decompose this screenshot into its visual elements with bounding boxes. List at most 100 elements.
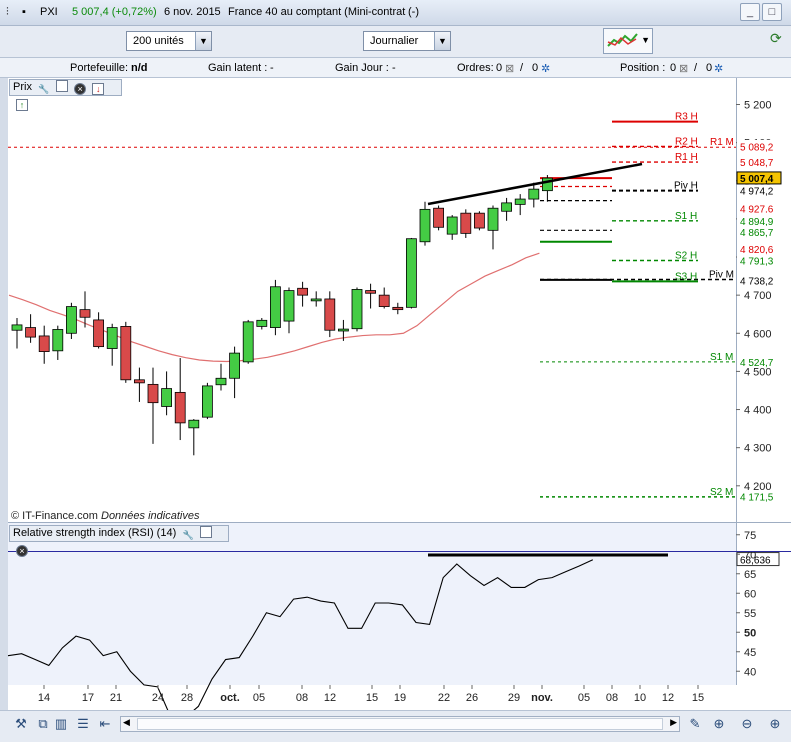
rsi-axis-background bbox=[736, 523, 791, 685]
candle-down[interactable] bbox=[79, 309, 91, 318]
candle-up[interactable] bbox=[188, 419, 200, 429]
pivot-label: S2 M bbox=[710, 487, 733, 498]
window-menu-icon[interactable]: ▪ bbox=[22, 6, 26, 18]
candle-down[interactable] bbox=[25, 327, 37, 338]
zoom-in-icon[interactable]: ⊕ bbox=[766, 715, 784, 733]
candle-up[interactable] bbox=[161, 388, 173, 407]
candle-down[interactable] bbox=[365, 290, 377, 294]
scrollbar-thumb[interactable] bbox=[137, 718, 663, 730]
candle-down[interactable] bbox=[433, 207, 445, 228]
minimize-button[interactable]: _ bbox=[740, 3, 760, 21]
toolbar: 200 unités ▼ Journalier ▼ ▼ ⟳ bbox=[0, 26, 791, 58]
y-tick-label: 4 600 bbox=[744, 328, 772, 340]
close-icon[interactable]: × bbox=[74, 83, 87, 95]
latent-gain-value: - bbox=[270, 62, 274, 74]
chevron-down-icon[interactable]: ▼ bbox=[195, 32, 211, 50]
chart-list-icon[interactable]: ☰ bbox=[74, 715, 92, 733]
candle-up[interactable] bbox=[201, 385, 213, 418]
candle-up[interactable] bbox=[487, 207, 499, 231]
period-select[interactable]: Journalier ▼ bbox=[363, 31, 451, 51]
candle-up[interactable] bbox=[66, 306, 77, 334]
rsi-tick-label: 45 bbox=[744, 647, 756, 659]
candle-up[interactable] bbox=[256, 319, 268, 327]
candle-down[interactable] bbox=[392, 306, 404, 311]
candle-up[interactable] bbox=[405, 238, 417, 308]
pivot-label: S3 H bbox=[675, 271, 697, 282]
chart-compare-icon[interactable]: ⧉ bbox=[34, 715, 52, 733]
chart-type-icon[interactable]: ⫶ bbox=[6, 6, 9, 19]
scroll-left-icon[interactable]: ◀ bbox=[123, 717, 130, 728]
chart-indicator-icon bbox=[607, 33, 638, 47]
x-tick-label: 29 bbox=[508, 692, 520, 704]
gear-icon[interactable]: ✲ bbox=[714, 62, 723, 75]
horizontal-scrollbar[interactable]: ◀ ▶ bbox=[120, 716, 680, 732]
candle-up[interactable] bbox=[351, 289, 363, 330]
chart-area[interactable]: R3 H R2 H R1 M R1 H Piv H S1 H S2 H Piv M S3 H S1… bbox=[0, 78, 791, 710]
arrow-up-icon[interactable]: ↑ bbox=[16, 99, 28, 111]
chart-bars-icon[interactable]: ▥ bbox=[52, 715, 70, 733]
x-tick-label: 26 bbox=[466, 692, 478, 704]
chevron-down-icon[interactable]: ▼ bbox=[641, 35, 650, 45]
position-icon[interactable]: ⊠ bbox=[679, 62, 688, 75]
chevron-down-icon[interactable]: ▼ bbox=[434, 32, 450, 50]
price-panel-title: Prix bbox=[13, 81, 32, 93]
gear-icon[interactable]: ✲ bbox=[541, 62, 550, 75]
candle-down[interactable] bbox=[93, 319, 104, 348]
candle-up[interactable] bbox=[283, 290, 295, 322]
candle-up[interactable] bbox=[337, 328, 349, 332]
candle-up[interactable] bbox=[528, 188, 540, 200]
candle-down[interactable] bbox=[147, 383, 159, 404]
price-tag: 4 738,2 bbox=[740, 277, 774, 288]
symbol-label: PXI bbox=[40, 6, 58, 18]
candle-down[interactable] bbox=[378, 294, 390, 307]
candle-down[interactable] bbox=[324, 298, 336, 331]
chart-style-icon[interactable]: ⚒ bbox=[12, 715, 30, 733]
pivot-label: S2 H bbox=[675, 250, 697, 261]
draw-tool-icon[interactable]: ✎ bbox=[686, 715, 704, 733]
candle-up[interactable] bbox=[514, 198, 526, 205]
scroll-start-icon[interactable]: ⇤ bbox=[96, 715, 114, 733]
candle-up[interactable] bbox=[310, 298, 322, 302]
candle-up[interactable] bbox=[52, 329, 64, 352]
maximize-button[interactable]: □ bbox=[762, 3, 782, 21]
date-label: 6 nov. 2015 bbox=[164, 6, 221, 18]
candle-up[interactable] bbox=[242, 321, 254, 363]
pivot-label: R2 H bbox=[675, 136, 698, 147]
x-tick-label: 10 bbox=[634, 692, 646, 704]
wrench-icon[interactable]: 🔧 bbox=[182, 530, 194, 542]
wrench-icon[interactable]: 🔧 bbox=[38, 84, 50, 96]
candle-down[interactable] bbox=[473, 212, 485, 229]
orders-icon[interactable]: ⊠ bbox=[505, 62, 514, 75]
price-tag: 5 048,7 bbox=[740, 158, 774, 169]
x-tick-label: 21 bbox=[110, 692, 122, 704]
window-icon[interactable] bbox=[56, 80, 69, 92]
candle-up[interactable] bbox=[215, 377, 227, 386]
units-select[interactable]: 200 unités ▼ bbox=[126, 31, 212, 51]
x-tick-label: 12 bbox=[662, 692, 674, 704]
x-tick-label: 22 bbox=[438, 692, 450, 704]
candle-down[interactable] bbox=[120, 326, 132, 381]
candle-down[interactable] bbox=[297, 287, 309, 296]
candle-up[interactable] bbox=[446, 216, 458, 235]
indicators-button[interactable]: ▼ bbox=[603, 28, 653, 54]
window-icon[interactable] bbox=[200, 526, 213, 538]
candle-up[interactable] bbox=[11, 324, 23, 331]
candle-down[interactable] bbox=[38, 335, 50, 352]
arrow-down-icon[interactable]: ↓ bbox=[92, 83, 105, 95]
candle-down[interactable] bbox=[460, 212, 472, 234]
scroll-right-icon[interactable]: ▶ bbox=[670, 717, 677, 728]
price-change-label: 5 007,4 (+0,72%) bbox=[72, 6, 157, 18]
candle-up[interactable] bbox=[501, 202, 513, 212]
price-tag: 5 007,4 bbox=[740, 174, 774, 185]
rsi-tick-label: 60 bbox=[744, 588, 756, 600]
zoom-fit-icon[interactable]: ⊕ bbox=[710, 715, 728, 733]
candle-down[interactable] bbox=[133, 379, 145, 384]
candle-up[interactable] bbox=[269, 286, 281, 328]
candle-up[interactable] bbox=[419, 208, 431, 243]
refresh-icon[interactable]: ⟳ bbox=[770, 30, 788, 54]
candle-down[interactable] bbox=[174, 391, 186, 424]
candle-up[interactable] bbox=[229, 352, 241, 379]
candle-up[interactable] bbox=[106, 327, 118, 349]
close-icon[interactable]: × bbox=[16, 545, 28, 557]
zoom-out-icon[interactable]: ⊖ bbox=[738, 715, 756, 733]
